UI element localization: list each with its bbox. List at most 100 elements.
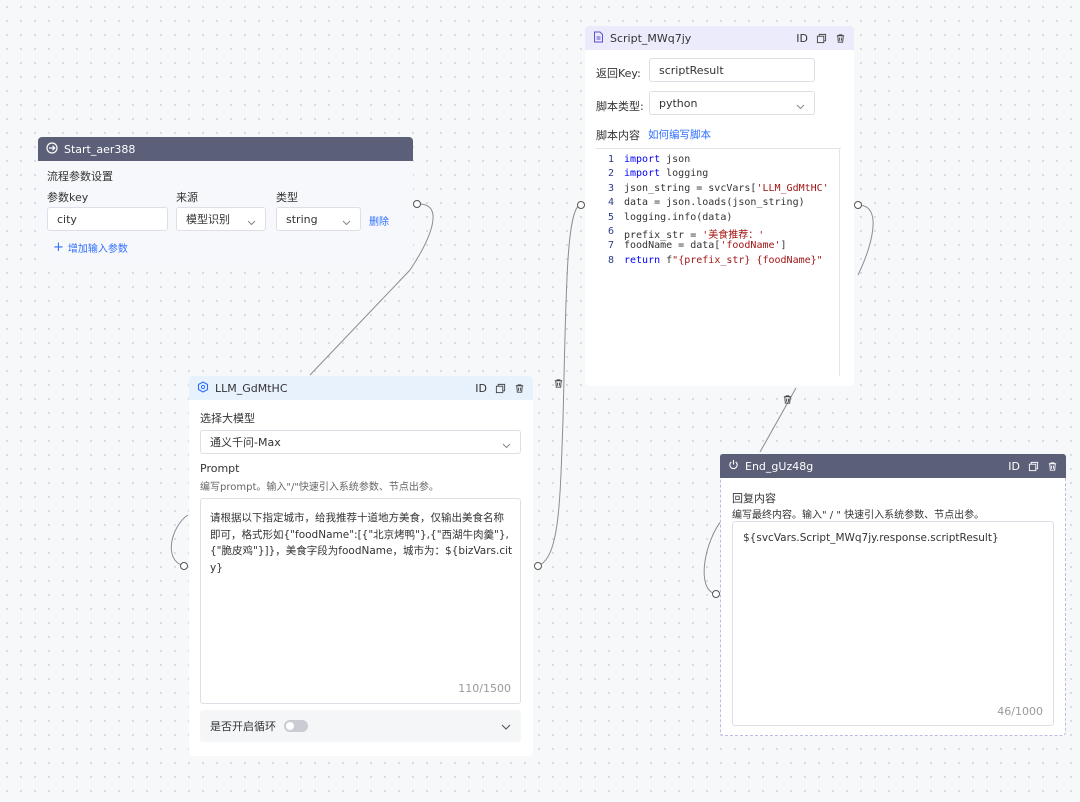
line-number: 7 <box>607 240 614 252</box>
edge-delete-icon[interactable] <box>782 394 793 408</box>
code-text: import logging <box>624 168 708 182</box>
loop-toggle[interactable] <box>284 720 308 732</box>
code-editor[interactable]: 1 import json 2 import logging 3 json_string … <box>596 148 841 376</box>
code-line: 3 json_string = svcVars['LLM_GdMtHC' <box>596 183 829 197</box>
id-button[interactable]: ID <box>475 382 487 395</box>
code-text: prefix_str = '美食推荐：' <box>624 226 764 241</box>
copy-icon[interactable] <box>816 33 827 44</box>
end-node[interactable]: End_gUz48g ID 回复内容 编写最终内容。输入" / " 快速引入系统… <box>720 454 1066 736</box>
params-section-label: 流程参数设置 <box>47 170 113 183</box>
line-number: 8 <box>607 254 614 266</box>
llm-icon <box>197 380 209 396</box>
delete-param-link[interactable]: 删除 <box>369 213 389 228</box>
model-label: 选择大模型 <box>200 412 255 425</box>
chevron-down-icon <box>247 216 256 229</box>
how-to-write-script-link[interactable]: 如何编写脚本 <box>648 127 711 142</box>
edge-delete-icon[interactable] <box>553 378 564 392</box>
script-node-title: Script_MWq7jy <box>610 31 692 45</box>
return-key-label: 返回Key: <box>596 67 641 80</box>
script-output-port[interactable] <box>854 201 862 209</box>
add-param-button[interactable]: + 增加输入参数 <box>53 240 128 255</box>
code-token: import <box>624 168 661 180</box>
start-node-header[interactable]: Start_aer388 <box>38 137 413 161</box>
param-key-value: city <box>57 212 77 226</box>
code-token: 'LLM_GdMtHC' <box>756 182 829 194</box>
code-line: 7 foodName = data['foodName'] <box>596 240 787 254</box>
code-line: 6 prefix_str = '美食推荐：' <box>596 226 764 241</box>
llm-node-title: LLM_GdMtHC <box>215 381 288 395</box>
trash-icon[interactable] <box>514 383 525 394</box>
trash-icon[interactable] <box>835 33 846 44</box>
llm-output-port[interactable] <box>534 562 542 570</box>
id-button[interactable]: ID <box>1008 460 1020 473</box>
col-key-label: 参数key <box>47 191 89 204</box>
edge-script-out <box>857 204 874 276</box>
return-key-value: scriptResult <box>659 63 724 77</box>
code-token: foodName = data[ <box>624 240 721 252</box>
script-input-port[interactable] <box>577 201 585 209</box>
end-node-header[interactable]: End_gUz48g ID <box>720 454 1066 478</box>
col-source-label: 来源 <box>176 191 198 204</box>
return-key-input[interactable]: scriptResult <box>649 58 815 82</box>
code-line: 8 return f"{prefix_str} {foodName}" <box>596 255 823 269</box>
start-output-port[interactable] <box>413 200 421 208</box>
code-token: logging.info(data) <box>624 211 733 223</box>
plus-icon: + <box>53 240 64 255</box>
reply-textarea[interactable]: ${svcVars.Script_MWq7jy.response.scriptR… <box>732 521 1054 726</box>
param-type-select[interactable]: string <box>276 207 361 231</box>
copy-icon[interactable] <box>495 383 506 394</box>
code-token: data = json.loads(json_string) <box>624 197 805 209</box>
prompt-textarea[interactable]: 请根据以下指定城市，给我推荐十道地方美食，仅输出美食名称即可，格式形如{"foo… <box>200 498 521 704</box>
script-file-icon <box>593 31 604 46</box>
code-token: 'foodName' <box>720 240 781 252</box>
code-line: 4 data = json.loads(json_string) <box>596 197 805 211</box>
script-node[interactable]: Script_MWq7jy ID 返回Key: scriptResult 脚本类… <box>585 26 854 386</box>
code-text: return f"{prefix_str} {foodName}" <box>624 255 823 269</box>
code-token: "{prefix_str} {foodName}" <box>672 254 823 266</box>
line-number: 4 <box>607 197 614 209</box>
code-text: foodName = data['foodName'] <box>624 240 787 254</box>
script-type-select[interactable]: python <box>649 91 815 115</box>
loop-row[interactable]: 是否开启循环 <box>200 710 521 742</box>
add-param-label: 增加输入参数 <box>67 244 128 255</box>
start-node[interactable]: Start_aer388 流程参数设置 参数key 来源 类型 city 模型识… <box>38 137 413 262</box>
code-text: data = json.loads(json_string) <box>624 197 805 211</box>
model-select[interactable]: 通义千问-Max <box>200 430 521 454</box>
chevron-down-icon[interactable] <box>501 720 511 733</box>
chevron-down-icon <box>796 100 805 113</box>
start-node-title: Start_aer388 <box>64 142 136 156</box>
trash-icon[interactable] <box>1047 461 1058 472</box>
chevron-down-icon <box>342 216 351 229</box>
chevron-down-icon <box>502 439 511 452</box>
llm-node-header[interactable]: LLM_GdMtHC ID <box>189 376 533 400</box>
script-type-label: 脚本类型: <box>596 100 644 113</box>
model-value: 通义千问-Max <box>210 436 281 449</box>
end-input-port[interactable] <box>712 590 720 598</box>
id-button[interactable]: ID <box>796 32 808 45</box>
line-number: 5 <box>607 211 614 223</box>
reply-hint: 编写最终内容。输入" / " 快速引入系统参数、节点出参。 <box>732 510 985 521</box>
end-node-title: End_gUz48g <box>745 459 814 473</box>
code-text: logging.info(data) <box>624 212 732 226</box>
code-line: 1 import json <box>596 154 690 168</box>
start-icon <box>46 141 58 157</box>
line-number: 6 <box>607 226 614 237</box>
code-line: 5 logging.info(data) <box>596 212 732 226</box>
code-token: json <box>660 154 691 165</box>
llm-node[interactable]: LLM_GdMtHC ID 选择大模型 通义千问-Max Prompt 编写pr… <box>189 376 533 756</box>
copy-icon[interactable] <box>1028 461 1039 472</box>
param-source-value: 模型识别 <box>186 213 230 226</box>
code-token: import <box>624 154 661 165</box>
script-type-value: python <box>659 96 698 110</box>
script-node-header[interactable]: Script_MWq7jy ID <box>585 26 854 50</box>
param-key-input[interactable]: city <box>47 207 168 231</box>
code-token: logging <box>660 168 709 180</box>
llm-input-port[interactable] <box>180 562 188 570</box>
param-source-select[interactable]: 模型识别 <box>176 207 266 231</box>
code-line: 2 import logging <box>596 168 708 182</box>
power-icon <box>728 459 739 473</box>
line-number: 3 <box>607 182 614 194</box>
edge-llm-loop <box>170 514 189 567</box>
prompt-label: Prompt <box>200 462 240 475</box>
code-token: prefix_str = <box>624 230 703 241</box>
